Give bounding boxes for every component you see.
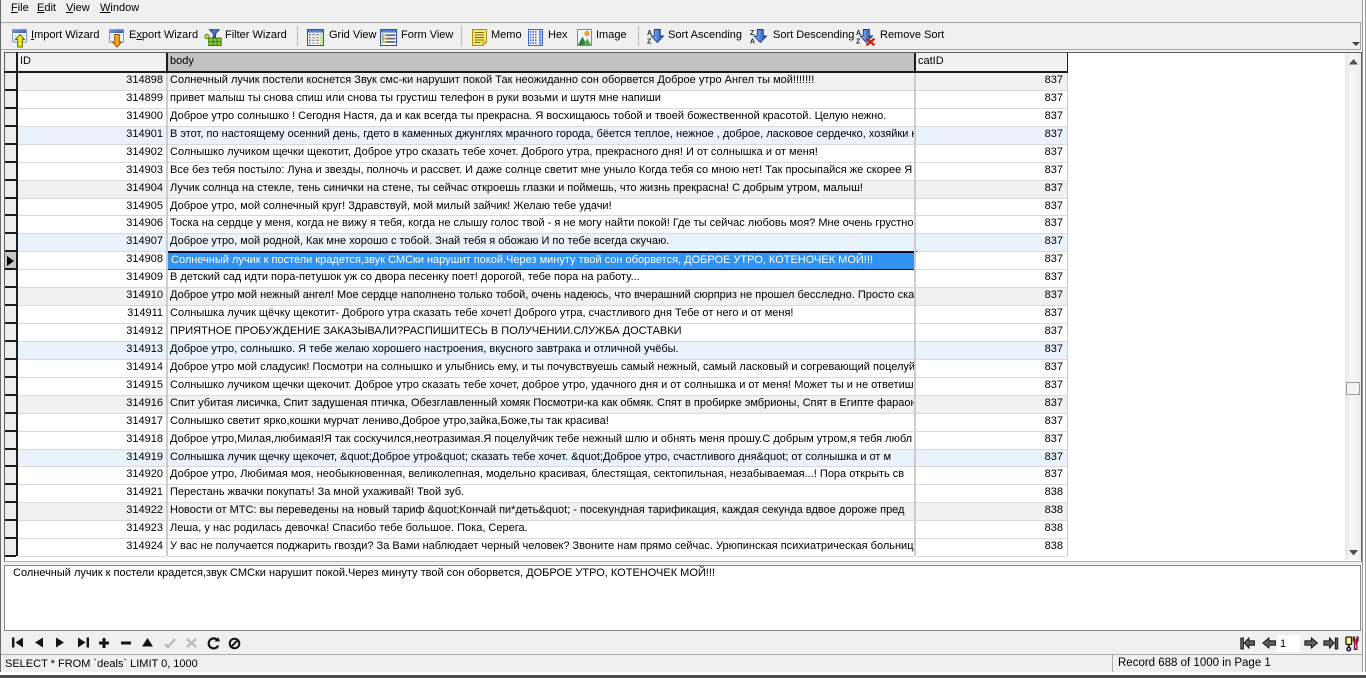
svg-text:Z: Z [647,39,652,46]
svg-text:Z: Z [856,39,861,46]
svg-text:A: A [750,39,755,46]
